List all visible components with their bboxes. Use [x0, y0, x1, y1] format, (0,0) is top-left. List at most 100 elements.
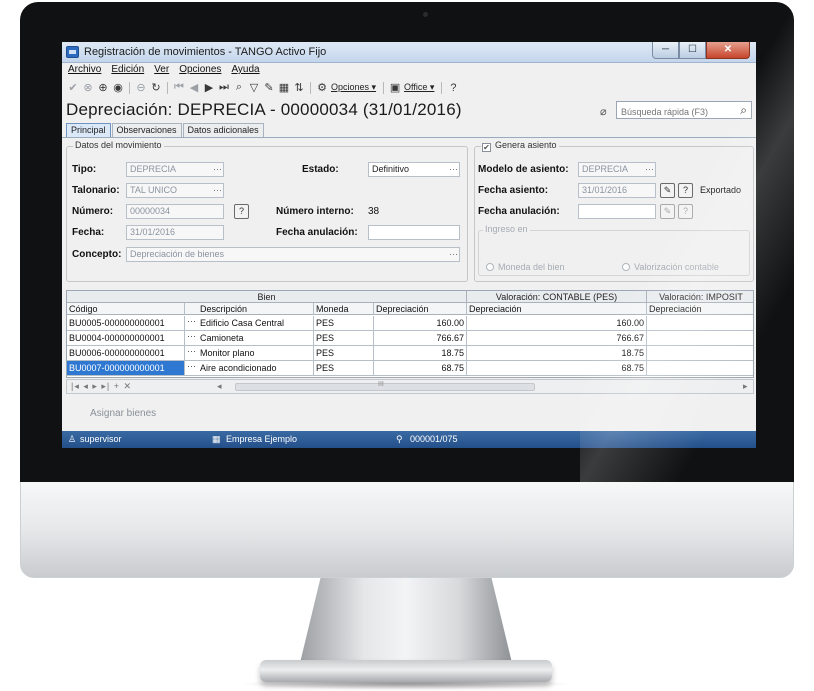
search-input[interactable] — [617, 104, 727, 120]
cell-depreciacion[interactable]: 160.00 — [374, 316, 467, 330]
numero-help-button[interactable]: ? — [234, 204, 249, 219]
cell-moneda[interactable]: PES — [314, 316, 374, 330]
cell-descripcion[interactable]: Camioneta — [198, 331, 314, 345]
table-row[interactable]: BU0006-000000000001 ··· Monitor plano PE… — [67, 346, 753, 361]
gear-icon[interactable]: ⚙ — [315, 81, 329, 95]
opciones-button[interactable]: Opciones ▾ — [331, 82, 376, 93]
table-row[interactable]: BU0004-000000000001 ··· Camioneta PES 76… — [67, 331, 753, 346]
scroll-right-icon[interactable]: ▸ — [743, 381, 748, 392]
more-icon[interactable]: ··· — [449, 248, 458, 261]
edit-icon[interactable]: ◉ — [111, 81, 125, 95]
cell-codigo[interactable]: BU0006-000000000001 — [67, 346, 185, 360]
col-codigo[interactable]: Código — [67, 303, 185, 315]
filter-icon[interactable]: ▽ — [247, 81, 261, 95]
fecha-anulacion-field[interactable] — [368, 225, 460, 240]
search-icon[interactable]: ⌕ — [740, 103, 747, 118]
cell-depreciacion[interactable]: 68.75 — [374, 361, 467, 375]
menu-archivo[interactable]: Archivo — [68, 64, 101, 78]
table-row[interactable]: BU0005-000000000001 ··· Edificio Casa Ce… — [67, 316, 753, 331]
monitor-stand-foot — [260, 660, 552, 682]
delete-icon[interactable]: ⊖ — [134, 81, 148, 95]
cell-moneda[interactable]: PES — [314, 346, 374, 360]
cell-descripcion[interactable]: Monitor plano — [198, 346, 314, 360]
concepto-field[interactable]: Depreciación de bienes ··· — [126, 247, 460, 262]
record-nav-buttons[interactable]: |◂ ◂ ▸ ▸| + ✕ — [71, 381, 132, 392]
more-icon[interactable]: ··· — [645, 163, 654, 176]
horizontal-scrollbar[interactable]: III — [235, 381, 535, 391]
cell-depreciacion[interactable]: 18.75 — [374, 346, 467, 360]
genera-asiento-checkbox[interactable]: ✔ — [482, 143, 491, 152]
sort-icon[interactable]: ⇅ — [292, 81, 306, 95]
fecha-asiento-field[interactable]: 31/01/2016 — [578, 183, 656, 198]
last-record-icon[interactable]: ⏭ — [217, 81, 231, 95]
table-row[interactable]: BU0007-000000000001 ··· Aire acondiciona… — [67, 361, 753, 376]
binoculars-icon[interactable]: ⌕ — [232, 81, 246, 95]
cell-depreciacion-contable[interactable]: 68.75 — [467, 361, 647, 375]
cell-depreciacion-contable[interactable]: 766.67 — [467, 331, 647, 345]
asignar-bienes-button[interactable]: Asignar bienes — [90, 408, 156, 419]
modelo-asiento-field[interactable]: DEPRECIA ··· — [578, 162, 656, 177]
cell-codigo-selected[interactable]: BU0007-000000000001 — [67, 361, 185, 375]
col-depreciacion-impositiva[interactable]: Depreciación — [647, 303, 753, 315]
cell-codigo[interactable]: BU0005-000000000001 — [67, 316, 185, 330]
menu-ayuda[interactable]: Ayuda — [231, 64, 259, 78]
tab-principal[interactable]: Principal — [66, 123, 111, 137]
col-moneda[interactable]: Moneda — [314, 303, 374, 315]
more-icon[interactable]: ··· — [213, 184, 222, 197]
cancel-icon[interactable]: ⊗ — [81, 81, 95, 95]
edit-asiento-icon[interactable]: ✎ — [660, 183, 675, 198]
concepto-label: Concepto: — [72, 249, 122, 260]
cell-descripcion[interactable]: Aire acondicionado — [198, 361, 314, 375]
bienes-grid: Bien Valoración: CONTABLE (PES) Valoraci… — [66, 290, 754, 378]
moneda-bien-radio[interactable] — [486, 263, 494, 271]
cell-depreciacion[interactable]: 766.67 — [374, 331, 467, 345]
more-icon[interactable]: ··· — [187, 361, 196, 371]
valorizacion-radio[interactable] — [622, 263, 630, 271]
previous-record-icon[interactable]: ◀ — [187, 81, 201, 95]
col-descripcion[interactable]: Descripción — [198, 303, 314, 315]
next-record-icon[interactable]: ▶ — [202, 81, 216, 95]
menu-opciones[interactable]: Opciones — [179, 64, 221, 78]
menu-bar: Archivo Edición Ver Opciones Ayuda — [62, 64, 260, 78]
estado-field[interactable]: Definitivo ··· — [368, 162, 460, 177]
grid-icon[interactable]: ▦ — [277, 81, 291, 95]
cell-moneda[interactable]: PES — [314, 331, 374, 345]
attachment-icon[interactable]: ⌀ — [600, 105, 607, 118]
confirm-icon[interactable]: ✔ — [66, 81, 80, 95]
edit-grid-icon[interactable]: ✎ — [262, 81, 276, 95]
window-titlebar[interactable]: Registración de movimientos - TANGO Acti… — [62, 42, 756, 63]
cell-descripcion[interactable]: Edificio Casa Central — [198, 316, 314, 330]
asiento-help-button[interactable]: ? — [678, 183, 693, 198]
office-icon[interactable]: ▣ — [388, 81, 402, 95]
cell-codigo[interactable]: BU0004-000000000001 — [67, 331, 185, 345]
help-icon[interactable]: ? — [446, 81, 460, 95]
tab-datos-adicionales[interactable]: Datos adicionales — [182, 123, 264, 137]
close-button[interactable]: ✕ — [706, 42, 750, 59]
tipo-field[interactable]: DEPRECIA ··· — [126, 162, 224, 177]
menu-edicion[interactable]: Edición — [111, 64, 144, 78]
tab-observaciones[interactable]: Observaciones — [111, 123, 182, 137]
more-icon[interactable]: ··· — [187, 346, 196, 356]
minimize-button[interactable]: ─ — [652, 42, 679, 59]
cell-depreciacion-contable[interactable]: 160.00 — [467, 316, 647, 330]
numero-field[interactable]: 00000034 — [126, 204, 224, 219]
add-icon[interactable]: ⊕ — [96, 81, 110, 95]
more-icon[interactable]: ··· — [187, 316, 196, 326]
menu-ver[interactable]: Ver — [154, 64, 169, 78]
col-depreciacion[interactable]: Depreciación — [374, 303, 467, 315]
cell-moneda[interactable]: PES — [314, 361, 374, 375]
anulacion-asiento-field[interactable] — [578, 204, 656, 219]
talonario-field[interactable]: TAL UNICO ··· — [126, 183, 224, 198]
col-depreciacion-contable[interactable]: Depreciación — [467, 303, 647, 315]
more-icon[interactable]: ··· — [449, 163, 458, 176]
first-record-icon[interactable]: ⏮ — [172, 81, 186, 95]
more-icon[interactable]: ··· — [213, 163, 222, 176]
refresh-icon[interactable]: ↻ — [149, 81, 163, 95]
more-icon[interactable]: ··· — [187, 331, 196, 341]
scroll-left-icon[interactable]: ◂ — [217, 381, 222, 392]
cell-depreciacion-contable[interactable]: 18.75 — [467, 346, 647, 360]
fecha-field[interactable]: 31/01/2016 — [126, 225, 224, 240]
maximize-button[interactable]: ☐ — [679, 42, 706, 59]
office-button[interactable]: Office ▾ — [404, 82, 434, 93]
monitor-stand-neck — [300, 575, 512, 663]
